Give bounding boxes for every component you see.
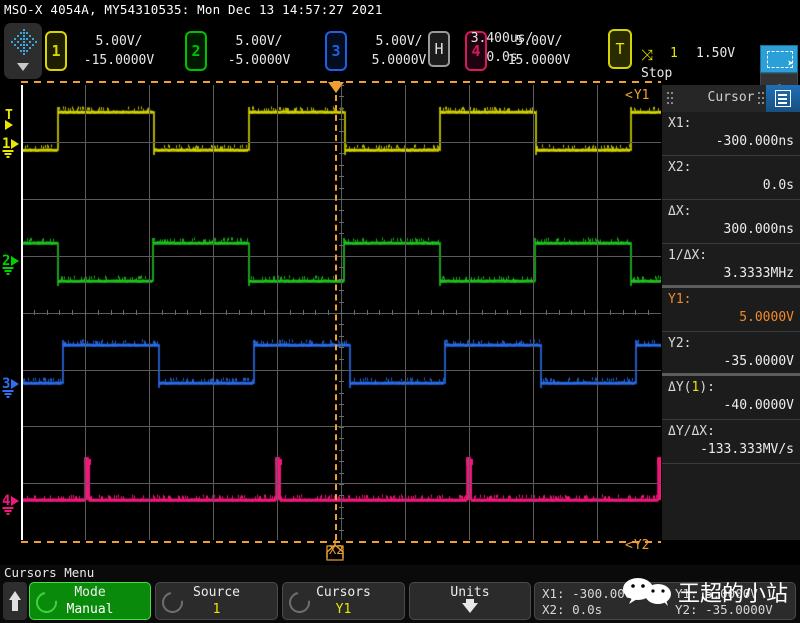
cursor-row-y1: Y1:5.0000V xyxy=(662,288,800,332)
selection-box-icon[interactable]: ➤ xyxy=(760,45,798,73)
horizontal-badge[interactable]: H xyxy=(428,31,450,67)
softkey-label: Cursors xyxy=(283,585,404,600)
cursor-label: Y2: xyxy=(668,335,794,352)
run-state: Stop xyxy=(641,66,672,81)
softkey-label: Mode xyxy=(30,585,150,600)
softkey-label: Units xyxy=(410,585,530,600)
cursor-value: -133.333MV/s xyxy=(668,440,794,459)
channel-offset-1: -15.0000V xyxy=(73,51,165,70)
softkey-cursors[interactable]: Cursors Y1 xyxy=(282,582,405,620)
x2-label: X2 xyxy=(329,543,343,557)
cursor-row-x1: X1:-300.000ns xyxy=(662,112,800,156)
cursor-label: X1: xyxy=(668,115,794,132)
sidebar-header: Cursor xyxy=(662,85,800,112)
watermark-text: 王超的小站 xyxy=(678,576,788,608)
x2-cursor-bottom-marker[interactable]: X2 xyxy=(318,540,352,567)
wechat-watermark: 王超的小站 xyxy=(622,578,674,606)
horizontal-values: 3.400us/ 0.0s xyxy=(452,29,552,67)
up-arrow-icon[interactable] xyxy=(3,582,27,620)
trigger-level-arrow[interactable] xyxy=(5,120,13,130)
chevron-down-icon xyxy=(17,63,29,71)
settings-bar: 15.00V/-15.0000V25.00V/-5.0000V35.00V/5.… xyxy=(0,20,800,82)
cursor-label: ΔY/ΔX: xyxy=(668,423,794,440)
channel-scale-2: 5.00V/ xyxy=(213,32,305,51)
channel-badge-1[interactable]: 1 xyxy=(45,31,67,71)
cursor-row-y2: Y2:-35.0000V xyxy=(662,332,800,376)
trigger-level[interactable]: 1.50V xyxy=(696,46,735,61)
list-icon[interactable] xyxy=(766,85,800,112)
cursor-value: 3.3333MHz xyxy=(668,264,794,283)
cursor-label: X2: xyxy=(668,159,794,176)
cursor-value: 5.0000V xyxy=(668,308,794,327)
cursor-row-1x: 1/ΔX:3.3333MHz xyxy=(662,244,800,288)
x2-cursor-top-marker[interactable] xyxy=(328,82,344,93)
timebase-delay: 0.0s xyxy=(452,48,552,67)
cursor-value: 300.000ns xyxy=(668,220,794,239)
trigger-source[interactable]: 1 xyxy=(670,46,678,61)
tick-col xyxy=(341,85,342,540)
channel-scale-1: 5.00V/ xyxy=(73,32,165,51)
title-bar: MSO-X 4054A, MY54310535: Mon Dec 13 14:5… xyxy=(0,0,800,20)
y2-cursor-marker[interactable]: <Y2 xyxy=(625,538,649,553)
x2-cursor-line[interactable] xyxy=(335,85,337,540)
cursor-row-yx: ΔY/ΔX:-133.333MV/s xyxy=(662,420,800,464)
cursor-sidebar: Cursor X1:-300.000nsX2:0.0sΔX:300.000ns1… xyxy=(662,85,800,540)
cursors-menu-title: Cursors Menu xyxy=(4,565,94,580)
drag-handle-right[interactable] xyxy=(758,92,765,105)
y1-cursor-marker[interactable]: <Y1 xyxy=(625,88,649,103)
softkey-mode[interactable]: Mode Manual xyxy=(29,582,151,620)
cursor-value: -40.0000V xyxy=(668,396,794,415)
cursor-label: ΔY(1): xyxy=(668,379,794,396)
oscilloscope-screen: MSO-X 4054A, MY54310535: Mon Dec 13 14:5… xyxy=(0,0,800,623)
softkey-label: Source xyxy=(156,585,277,600)
cursor-row-y1: ΔY(1):-40.0000V xyxy=(662,376,800,420)
snowflake-icon xyxy=(9,27,37,57)
timebase-scale: 3.400us/ xyxy=(452,29,552,48)
cursor-label: Y1: xyxy=(668,291,794,308)
channel-offset-2: -5.0000V xyxy=(213,51,305,70)
autoscale-button[interactable] xyxy=(4,23,42,79)
cursor-row-x2: X2:0.0s xyxy=(662,156,800,200)
softkey-units[interactable]: Units xyxy=(409,582,531,620)
cursor-row-x: ΔX:300.000ns xyxy=(662,200,800,244)
cursor-value: -35.0000V xyxy=(668,352,794,371)
trigger-badge[interactable]: T xyxy=(608,29,632,69)
cursor-label: ΔX: xyxy=(668,203,794,220)
cursor-value: -300.000ns xyxy=(668,132,794,151)
channel-badge-2[interactable]: 2 xyxy=(185,31,207,71)
softkey-value: 1 xyxy=(156,602,277,617)
waveform-plot[interactable] xyxy=(21,85,661,540)
readout-x2: X2: 0.0s xyxy=(542,602,602,617)
channel-values-2: 5.00V/-5.0000V xyxy=(213,32,305,70)
softkey-value: Manual xyxy=(30,602,150,617)
channel-values-1: 5.00V/-15.0000V xyxy=(73,32,165,70)
cursor-value: 0.0s xyxy=(668,176,794,195)
wechat-icon xyxy=(622,578,674,610)
rising-edge-icon: ⤨ xyxy=(641,46,653,64)
softkey-value: Y1 xyxy=(283,602,404,617)
channel-badge-3[interactable]: 3 xyxy=(325,31,347,71)
softkey-source[interactable]: Source 1 xyxy=(155,582,278,620)
cursor-label: 1/ΔX: xyxy=(668,247,794,264)
